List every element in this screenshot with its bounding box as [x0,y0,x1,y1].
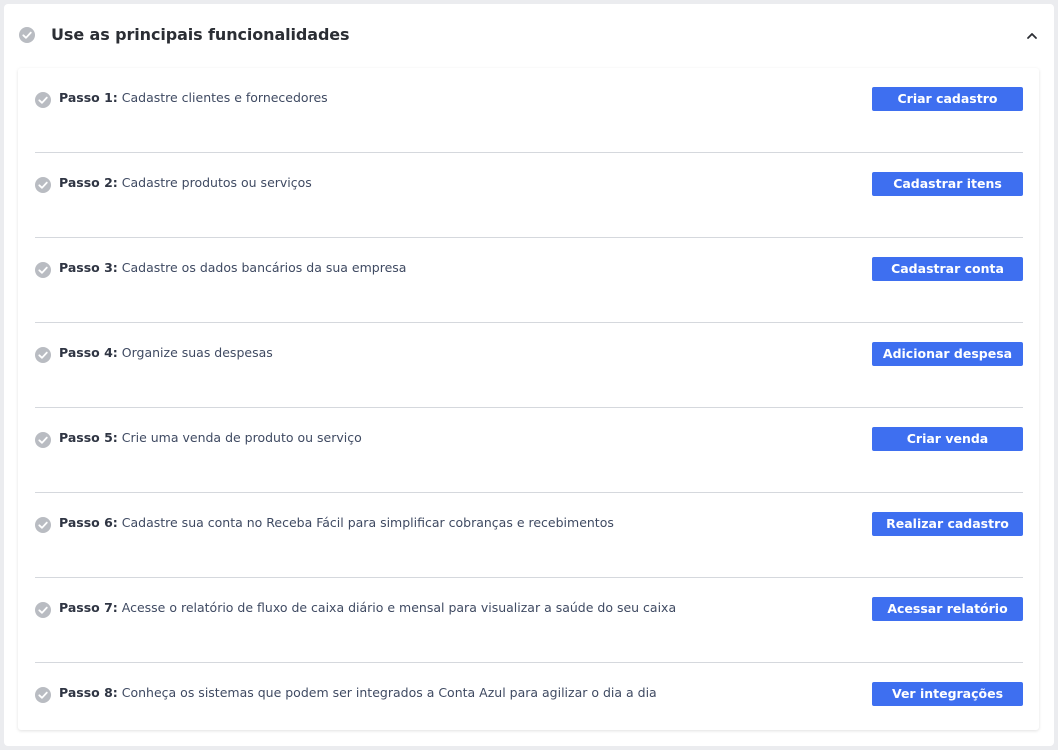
check-circle-icon [35,347,51,363]
step-item: Passo 4: Organize suas despesas Adiciona… [35,323,1023,408]
step-label: Cadastre clientes e fornecedores [117,90,328,105]
step-description: Passo 7: Acesse o relatório de fluxo de … [59,600,676,615]
step-number: Passo 4: [59,345,118,360]
step-description: Passo 6: Cadastre sua conta no Receba Fá… [59,515,614,530]
step-item: Passo 5: Crie uma venda de produto ou se… [35,408,1023,493]
check-circle-icon [35,262,51,278]
check-circle-icon [35,432,51,448]
check-circle-icon [35,602,51,618]
register-items-button[interactable]: Cadastrar itens [872,172,1023,196]
step-item: Passo 6: Cadastre sua conta no Receba Fá… [35,493,1023,578]
create-sale-button[interactable]: Criar venda [872,427,1023,451]
onboarding-panel: Use as principais funcionalidades Passo … [4,4,1054,746]
step-label: Cadastre produtos ou serviços [117,175,312,190]
step-number: Passo 7: [59,600,118,615]
step-description: Passo 2: Cadastre produtos ou serviços [59,175,312,190]
step-item: Passo 1: Cadastre clientes e fornecedore… [35,68,1023,153]
step-description: Passo 4: Organize suas despesas [59,345,273,360]
step-description: Passo 1: Cadastre clientes e fornecedore… [59,90,328,105]
create-registration-button[interactable]: Criar cadastro [872,87,1023,111]
step-number: Passo 1: [59,90,118,105]
check-circle-icon [35,177,51,193]
check-circle-icon [19,27,35,43]
step-label: Acesse o relatório de fluxo de caixa diá… [117,600,677,615]
complete-registration-button[interactable]: Realizar cadastro [872,512,1023,536]
view-integrations-button[interactable]: Ver integrações [872,682,1023,706]
section-header[interactable]: Use as principais funcionalidades [4,4,1054,68]
access-report-button[interactable]: Acessar relatório [872,597,1023,621]
steps-list: Passo 1: Cadastre clientes e fornecedore… [18,68,1039,730]
step-label: Cadastre sua conta no Receba Fácil para … [117,515,614,530]
check-circle-icon [35,517,51,533]
step-item: Passo 7: Acesse o relatório de fluxo de … [35,578,1023,663]
check-circle-icon [35,687,51,703]
step-description: Passo 3: Cadastre os dados bancários da … [59,260,406,275]
step-item: Passo 3: Cadastre os dados bancários da … [35,238,1023,323]
step-description: Passo 5: Crie uma venda de produto ou se… [59,430,362,445]
section-title: Use as principais funcionalidades [51,25,350,44]
step-label: Conheça os sistemas que podem ser integr… [117,685,657,700]
step-number: Passo 8: [59,685,118,700]
step-number: Passo 6: [59,515,118,530]
step-description: Passo 8: Conheça os sistemas que podem s… [59,685,657,700]
register-account-button[interactable]: Cadastrar conta [872,257,1023,281]
step-label: Cadastre os dados bancários da sua empre… [117,260,407,275]
step-number: Passo 5: [59,430,118,445]
add-expense-button[interactable]: Adicionar despesa [872,342,1023,366]
step-number: Passo 3: [59,260,118,275]
step-label: Crie uma venda de produto ou serviço [117,430,362,445]
step-number: Passo 2: [59,175,118,190]
chevron-up-icon[interactable] [1022,26,1042,46]
step-label: Organize suas despesas [117,345,273,360]
step-item: Passo 8: Conheça os sistemas que podem s… [35,663,1023,748]
check-circle-icon [35,92,51,108]
step-item: Passo 2: Cadastre produtos ou serviços C… [35,153,1023,238]
